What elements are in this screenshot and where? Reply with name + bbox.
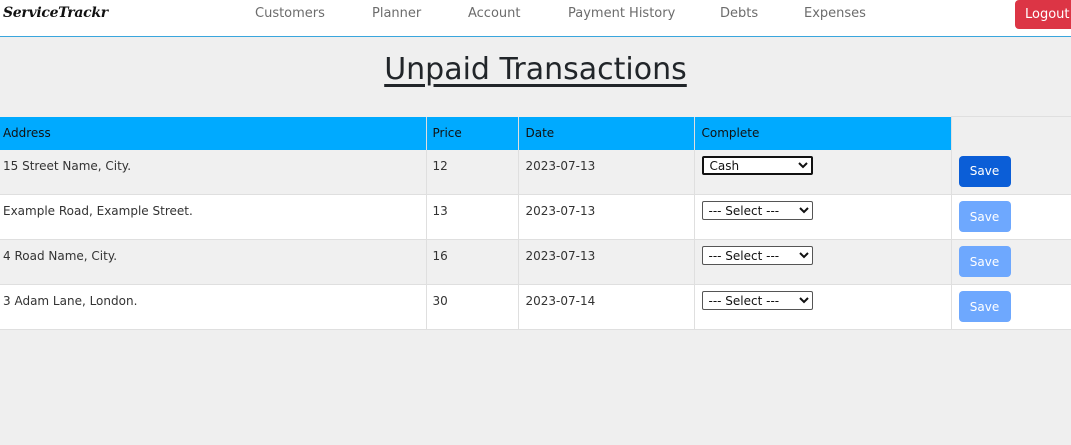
nav-debts[interactable]: Debts <box>720 6 758 21</box>
payment-method-select[interactable]: --- Select --- <box>701 291 813 310</box>
payment-method-select[interactable]: Cash <box>701 155 813 175</box>
cell-date: 2023-07-13 <box>518 239 695 285</box>
cell-price: 13 <box>426 194 519 240</box>
table-row: 4 Road Name, City. 16 2023-07-13 --- Sel… <box>0 239 1071 285</box>
logout-button[interactable]: Logout <box>1015 0 1071 29</box>
save-button[interactable]: Save <box>958 201 1011 232</box>
cell-complete: Cash <box>694 149 952 195</box>
save-button[interactable]: Save <box>958 155 1011 187</box>
cell-price: 12 <box>426 149 519 195</box>
top-navbar: ServiceTrackr Customers Planner Account … <box>0 0 1071 37</box>
save-button[interactable]: Save <box>958 291 1011 322</box>
nav-payment-history[interactable]: Payment History <box>568 6 675 21</box>
column-header-actions <box>951 116 1071 150</box>
save-button[interactable]: Save <box>958 246 1011 277</box>
table-row: 15 Street Name, City. 12 2023-07-13 Cash… <box>0 149 1071 195</box>
table-row: 3 Adam Lane, London. 30 2023-07-14 --- S… <box>0 284 1071 330</box>
column-header-date: Date <box>518 116 695 150</box>
cell-address: Example Road, Example Street. <box>0 194 427 240</box>
cell-address: 15 Street Name, City. <box>0 149 427 195</box>
cell-action: Save <box>951 149 1071 195</box>
column-header-price: Price <box>426 116 519 150</box>
cell-date: 2023-07-14 <box>518 284 695 330</box>
column-header-complete: Complete <box>694 116 952 150</box>
table-header-row: Address Price Date Complete <box>0 116 1071 150</box>
nav-expenses[interactable]: Expenses <box>804 6 866 21</box>
nav-planner[interactable]: Planner <box>372 6 421 21</box>
cell-date: 2023-07-13 <box>518 149 695 195</box>
nav-account[interactable]: Account <box>468 6 521 21</box>
unpaid-transactions-table: Address Price Date Complete 15 Street Na… <box>0 116 1071 330</box>
cell-complete: --- Select --- <box>694 194 952 240</box>
cell-address: 3 Adam Lane, London. <box>0 284 427 330</box>
cell-address: 4 Road Name, City. <box>0 239 427 285</box>
cell-date: 2023-07-13 <box>518 194 695 240</box>
page-title: Unpaid Transactions <box>384 52 687 87</box>
table-row: Example Road, Example Street. 13 2023-07… <box>0 194 1071 240</box>
nav-customers[interactable]: Customers <box>255 6 325 21</box>
payment-method-select[interactable]: --- Select --- <box>701 201 813 220</box>
cell-action: Save <box>951 284 1071 330</box>
cell-complete: --- Select --- <box>694 239 952 285</box>
brand-logo[interactable]: ServiceTrackr <box>3 5 108 21</box>
cell-action: Save <box>951 194 1071 240</box>
column-header-address: Address <box>0 116 427 150</box>
cell-action: Save <box>951 239 1071 285</box>
cell-price: 30 <box>426 284 519 330</box>
payment-method-select[interactable]: --- Select --- <box>701 246 813 265</box>
cell-price: 16 <box>426 239 519 285</box>
cell-complete: --- Select --- <box>694 284 952 330</box>
